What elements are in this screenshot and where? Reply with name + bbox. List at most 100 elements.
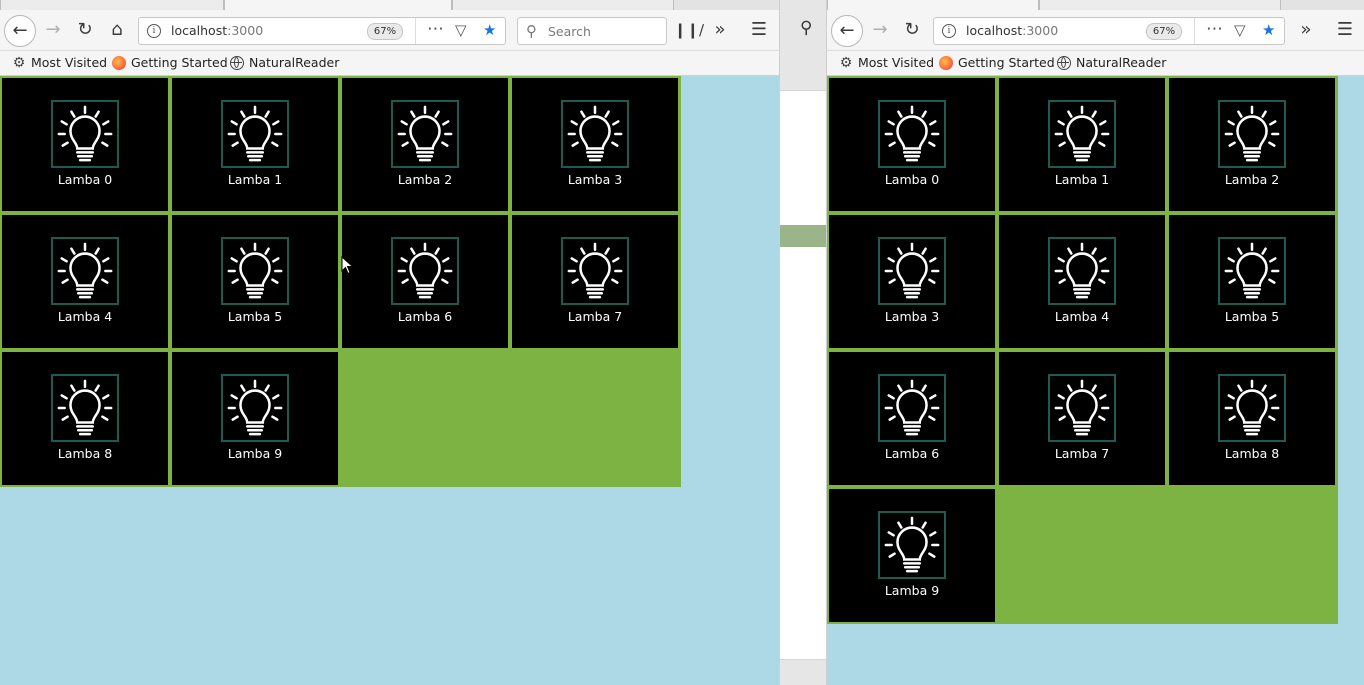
lamp-tile[interactable]: Lamba 8 [2, 352, 168, 485]
forward-arrow-icon[interactable]: → [40, 17, 66, 43]
lamp-tile[interactable]: Lamba 0 [2, 78, 168, 211]
lamp-grid: Lamba 0 Lamba 1 Lamba 2 Lamba 3 Lamba 4 … [0, 76, 681, 487]
site-info-icon[interactable]: i [147, 24, 161, 38]
reload-icon[interactable]: ↻ [899, 17, 925, 43]
lamp-tile[interactable]: Lamba 1 [172, 78, 338, 211]
tab-1[interactable] [0, 0, 224, 10]
lamp-tile[interactable]: Lamba 6 [342, 215, 508, 348]
lightbulb-icon [221, 237, 289, 305]
lamp-label: Lamba 9 [884, 583, 940, 598]
lamp-tile[interactable]: Lamba 3 [512, 78, 678, 211]
tab-2[interactable] [1039, 0, 1281, 10]
lightbulb-icon [878, 237, 946, 305]
lightbulb-icon [391, 100, 459, 168]
lamp-tile[interactable]: Lamba 6 [829, 352, 995, 485]
lamp-label: Lamba 6 [397, 309, 453, 324]
chevron-double-right-icon[interactable]: » [707, 17, 733, 43]
search-bar[interactable]: ⚲ Search [517, 17, 667, 45]
firefox-icon [939, 55, 953, 70]
tab-2[interactable] [224, 0, 452, 10]
reload-icon[interactable]: ↻ [72, 17, 98, 43]
lamp-label: Lamba 5 [1224, 309, 1280, 324]
lamp-tile[interactable]: Lamba 7 [999, 352, 1165, 485]
lamp-tile[interactable]: Lamba 7 [512, 215, 678, 348]
url-text: localhost:3000 [966, 23, 1059, 38]
pocket-icon[interactable]: ▽ [1234, 21, 1246, 39]
lamp-label: Lamba 0 [884, 172, 940, 187]
zoom-indicator[interactable]: 67% [1146, 23, 1182, 40]
chevron-double-right-icon[interactable]: » [1293, 17, 1319, 43]
lightbulb-icon [51, 100, 119, 168]
lightbulb-icon [1048, 100, 1116, 168]
firefox-icon [112, 55, 126, 70]
bookmark-naturalreader[interactable]: NaturalReader [230, 55, 339, 70]
lamp-label: Lamba 9 [227, 446, 283, 461]
star-icon[interactable]: ★ [1262, 21, 1275, 39]
hamburger-menu-icon[interactable]: ☰ [1332, 17, 1358, 43]
lamp-label: Lamba 2 [1224, 172, 1280, 187]
lamp-grid: Lamba 0 Lamba 1 Lamba 2 Lamba 3 Lamba 4 … [827, 76, 1338, 624]
lamp-tile[interactable]: Lamba 4 [2, 215, 168, 348]
back-arrow-icon[interactable]: ← [831, 15, 863, 47]
zoom-indicator[interactable]: 67% [367, 23, 403, 40]
lamp-tile[interactable]: Lamba 0 [829, 78, 995, 211]
lamp-tile[interactable]: Lamba 3 [829, 215, 995, 348]
hamburger-menu-icon[interactable]: ☰ [746, 17, 772, 43]
tab-strip [827, 0, 1364, 10]
lightbulb-icon [878, 100, 946, 168]
lamp-tile[interactable]: Lamba 2 [342, 78, 508, 211]
lamp-label: Lamba 8 [1224, 446, 1280, 461]
tab-1[interactable] [827, 0, 1039, 10]
page-content: Lamba 0 Lamba 1 Lamba 2 Lamba 3 Lamba 4 … [0, 76, 779, 685]
lightbulb-icon [221, 100, 289, 168]
lamp-label: Lamba 3 [884, 309, 940, 324]
back-arrow-icon[interactable]: ← [4, 15, 36, 47]
lamp-label: Lamba 4 [1054, 309, 1110, 324]
url-bar[interactable]: i localhost:3000 67% ⋯ ▽ ★ [138, 17, 506, 45]
lamp-label: Lamba 7 [567, 309, 623, 324]
library-icon[interactable]: ❙❙∕ [674, 17, 704, 43]
lamp-tile[interactable]: Lamba 9 [829, 489, 995, 622]
lamp-tile[interactable]: Lamba 5 [172, 215, 338, 348]
lamp-tile[interactable]: Lamba 5 [1169, 215, 1335, 348]
url-bar[interactable]: i localhost:3000 67% ⋯ ▽ ★ [933, 17, 1285, 45]
url-bar-divider [1194, 18, 1195, 44]
background-pane [780, 90, 826, 660]
lamp-label: Lamba 1 [1054, 172, 1110, 187]
more-icon[interactable]: ⋯ [427, 19, 444, 39]
lightbulb-icon [1048, 237, 1116, 305]
more-icon[interactable]: ⋯ [1206, 19, 1223, 39]
gear-icon: ⚙ [12, 54, 26, 71]
star-icon[interactable]: ★ [483, 21, 496, 39]
gear-icon: ⚙ [839, 54, 853, 71]
lamp-label: Lamba 4 [57, 309, 113, 324]
lightbulb-icon [878, 374, 946, 442]
search-placeholder: Search [548, 24, 591, 39]
url-text: localhost:3000 [171, 23, 264, 38]
forward-arrow-icon[interactable]: → [867, 17, 893, 43]
lamp-tile[interactable]: Lamba 9 [172, 352, 338, 485]
bookmark-naturalreader[interactable]: NaturalReader [1057, 55, 1166, 70]
tab-strip [0, 0, 779, 10]
lamp-label: Lamba 0 [57, 172, 113, 187]
page-content: Lamba 0 Lamba 1 Lamba 2 Lamba 3 Lamba 4 … [827, 76, 1364, 685]
lamp-tile[interactable]: Lamba 2 [1169, 78, 1335, 211]
globe-icon [1057, 55, 1071, 70]
site-info-icon[interactable]: i [942, 24, 956, 38]
lamp-tile[interactable]: Lamba 4 [999, 215, 1165, 348]
bookmark-most-visited[interactable]: ⚙ Most Visited [12, 55, 107, 70]
home-icon[interactable]: ⌂ [104, 17, 130, 43]
bookmark-getting-started[interactable]: Getting Started [112, 55, 228, 70]
bookmark-most-visited[interactable]: ⚙ Most Visited [839, 55, 934, 70]
lamp-label: Lamba 7 [1054, 446, 1110, 461]
browser-window-left: ← → ↻ ⌂ i localhost:3000 67% ⋯ ▽ ★ ⚲ Sea… [0, 0, 779, 685]
pocket-icon[interactable]: ▽ [455, 21, 467, 39]
lamp-tile[interactable]: Lamba 1 [999, 78, 1165, 211]
tab-3[interactable] [452, 0, 674, 10]
search-icon: ⚲ [526, 22, 537, 40]
lightbulb-icon [561, 237, 629, 305]
bookmarks-toolbar: ⚙ Most Visited Getting Started NaturalRea… [0, 51, 779, 76]
bookmark-getting-started[interactable]: Getting Started [939, 55, 1055, 70]
browser-window-right: ← → ↻ i localhost:3000 67% ⋯ ▽ ★ » ☰ ⚙ Mo… [827, 0, 1364, 685]
lamp-tile[interactable]: Lamba 8 [1169, 352, 1335, 485]
